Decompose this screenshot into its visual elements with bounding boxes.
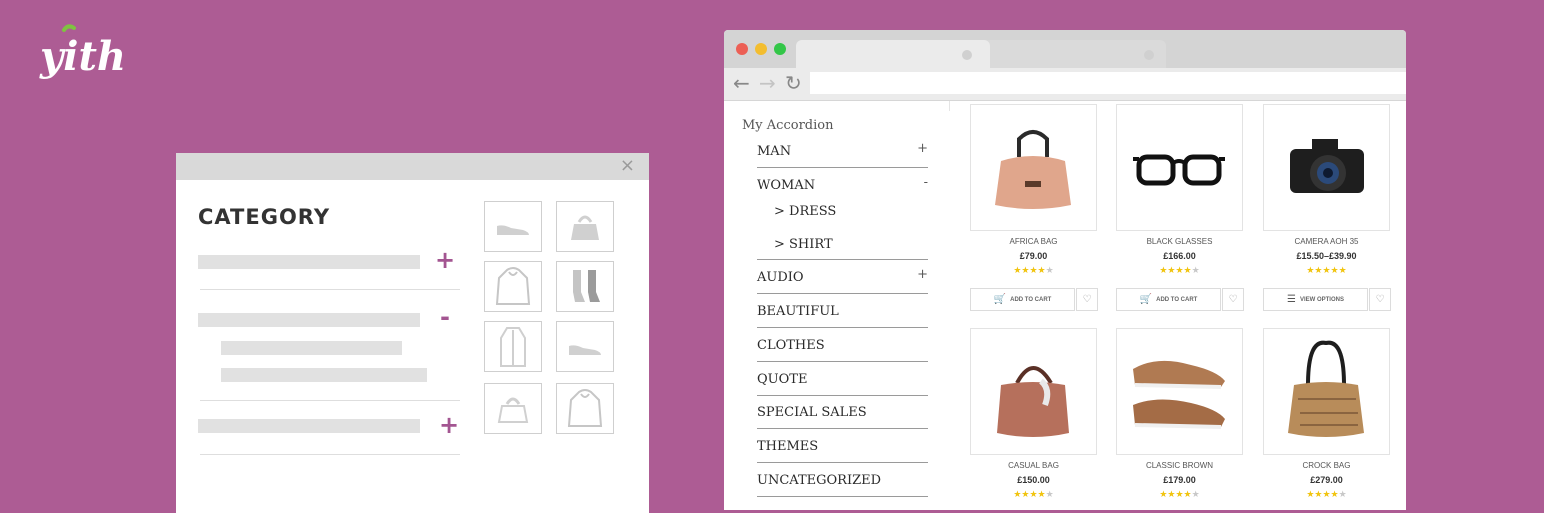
browser-tabbar (724, 30, 1406, 68)
wishlist-heart-icon[interactable]: ♡ (1076, 288, 1098, 311)
category-widget: × CATEGORY + - + (176, 153, 649, 513)
wishlist-heart-icon[interactable]: ♡ (1222, 288, 1244, 311)
product-image-crock-bag[interactable] (1263, 328, 1390, 455)
product-price: £150.00 (1017, 475, 1050, 485)
category-placeholder (198, 419, 420, 433)
accordion-subitem-dress[interactable]: > DRESS (774, 204, 836, 219)
close-icon[interactable]: × (620, 157, 635, 175)
view-options-button[interactable]: ☰ VIEW OPTIONS (1263, 288, 1368, 311)
rating-stars: ★★★★★ (1013, 490, 1054, 500)
bag-icon[interactable] (556, 201, 614, 252)
camera-icon (1290, 139, 1364, 193)
product-price: £279.00 (1310, 475, 1343, 485)
product-name[interactable]: AFRICA BAG (970, 237, 1097, 246)
expand-icon[interactable]: + (917, 141, 928, 156)
subcategory-placeholder (221, 368, 427, 382)
divider (200, 289, 460, 290)
bag-icon[interactable] (484, 383, 542, 434)
category-placeholder (198, 255, 420, 269)
product-price: £79.00 (1019, 251, 1048, 261)
divider (757, 395, 928, 396)
glasses-icon (1133, 154, 1225, 186)
product-name[interactable]: BLACK GLASSES (1116, 237, 1243, 246)
cart-icon: 🛒 (1139, 294, 1153, 305)
handbag-icon (995, 130, 1071, 209)
page-content: My Accordion MAN + WOMAN - > DRESS > SHI… (724, 101, 1406, 510)
add-to-cart-button[interactable]: 🛒 ADD TO CART (1116, 288, 1221, 311)
coat-icon[interactable] (484, 321, 542, 372)
handbag-icon (997, 366, 1069, 437)
product-name[interactable]: CAMERA AOH 35 (1263, 237, 1390, 246)
product-image-camera[interactable] (1263, 104, 1390, 231)
cart-icon: 🛒 (993, 294, 1007, 305)
collapse-icon[interactable]: - (924, 175, 928, 190)
svg-text:yith: yith (39, 33, 126, 80)
product-price: £166.00 (1163, 251, 1196, 261)
divider (757, 259, 928, 260)
maximize-window-button[interactable] (774, 43, 786, 55)
rating-stars: ★★★★★ (1159, 266, 1200, 276)
rating-stars: ★★★★★ (1159, 490, 1200, 500)
product-image-classic-brown[interactable] (1116, 328, 1243, 455)
browser-window: ← → ↻ My Accordion MAN + WOMAN - > DRESS… (724, 30, 1406, 510)
add-to-cart-button[interactable]: 🛒 ADD TO CART (970, 288, 1075, 311)
rating-stars: ★★★★★ (1013, 266, 1054, 276)
address-bar[interactable] (810, 72, 1406, 94)
accordion-subitem-shirt[interactable]: > SHIRT (774, 237, 833, 252)
hoodie-icon[interactable] (484, 261, 542, 312)
divider (757, 496, 928, 497)
minimize-window-button[interactable] (755, 43, 767, 55)
widget-titlebar: × (176, 153, 649, 180)
shoe-icon[interactable] (484, 201, 542, 252)
list-icon: ☰ (1287, 294, 1296, 305)
close-window-button[interactable] (736, 43, 748, 55)
yith-logo: yith (39, 24, 126, 80)
subcategory-placeholder (221, 341, 402, 355)
expand-icon[interactable]: + (439, 413, 459, 437)
collapse-icon[interactable]: - (440, 305, 450, 329)
product-image-casual-bag[interactable] (970, 328, 1097, 455)
category-placeholder (198, 313, 420, 327)
hoodie-icon[interactable] (556, 383, 614, 434)
divider (757, 428, 928, 429)
handbag-icon (1288, 340, 1364, 437)
expand-icon[interactable]: + (435, 248, 455, 272)
product-name[interactable]: CROCK BAG (1263, 461, 1390, 470)
divider (757, 293, 928, 294)
browser-tab[interactable] (980, 40, 1166, 68)
socks-icon[interactable] (556, 261, 614, 312)
product-name[interactable]: CLASSIC BROWN (1116, 461, 1243, 470)
divider (200, 400, 460, 401)
reload-icon[interactable]: ↻ (785, 71, 802, 95)
sneakers-icon (1133, 360, 1225, 429)
expand-icon[interactable]: + (917, 267, 928, 282)
rating-stars: ★★★★★ (1306, 490, 1347, 500)
wishlist-heart-icon[interactable]: ♡ (1369, 288, 1391, 311)
browser-tab-active[interactable] (796, 40, 990, 68)
product-image-africa-bag[interactable] (970, 104, 1097, 231)
product-price: £15.50–£39.90 (1296, 251, 1357, 261)
forward-icon[interactable]: → (759, 71, 776, 95)
product-name[interactable]: CASUAL BAG (970, 461, 1097, 470)
shoe-icon[interactable] (556, 321, 614, 372)
product-price: £179.00 (1163, 475, 1196, 485)
divider (757, 167, 928, 168)
divider (200, 454, 460, 455)
divider (757, 327, 928, 328)
widget-title: CATEGORY (198, 205, 331, 229)
divider (757, 462, 928, 463)
rating-stars: ★★★★★ (1306, 266, 1347, 276)
back-icon[interactable]: ← (733, 71, 750, 95)
accordion-title: My Accordion (742, 118, 834, 133)
product-image-black-glasses[interactable] (1116, 104, 1243, 231)
browser-toolbar: ← → ↻ (724, 68, 1406, 101)
divider (757, 361, 928, 362)
